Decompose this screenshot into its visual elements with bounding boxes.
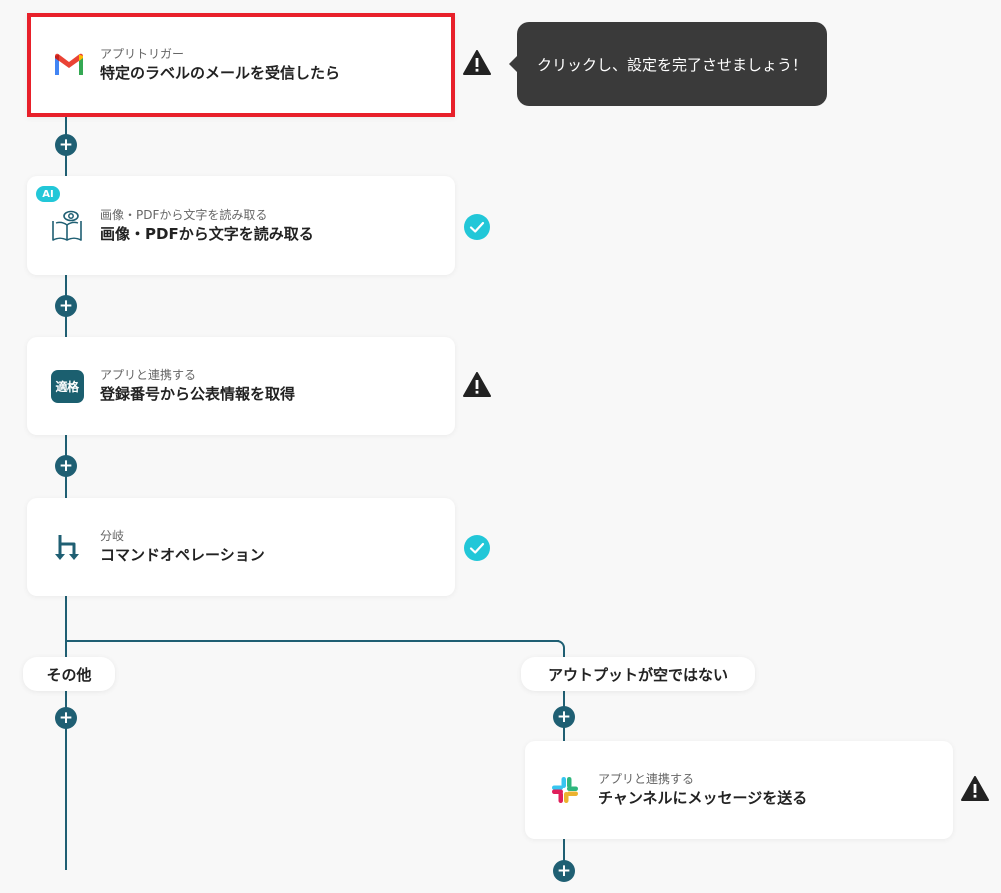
branch-icon	[49, 529, 85, 565]
step-card-slack[interactable]: アプリと連携する チャンネルにメッセージを送る	[525, 741, 953, 839]
step-card-gmail-trigger[interactable]: アプリトリガー 特定のラベルのメールを受信したら	[27, 13, 455, 117]
check-complete-icon	[463, 213, 491, 241]
book-eye-icon	[49, 208, 85, 244]
add-step-button[interactable]: +	[553, 706, 575, 728]
tekikaku-app-icon: 適格	[49, 368, 85, 404]
tooltip-text: クリックし、設定を完了させましょう！	[536, 55, 807, 74]
add-step-button[interactable]: +	[55, 295, 77, 317]
step-title: チャンネルにメッセージを送る	[598, 789, 808, 807]
warning-icon	[463, 49, 491, 77]
slack-icon	[547, 772, 583, 808]
gmail-icon	[51, 47, 87, 83]
warning-icon	[961, 775, 989, 803]
step-title: 特定のラベルのメールを受信したら	[100, 64, 341, 82]
check-complete-icon	[463, 534, 491, 562]
add-step-button[interactable]: +	[55, 455, 77, 477]
connector-line	[65, 596, 67, 870]
tekikaku-app-icon-text: 適格	[50, 369, 84, 403]
branch-label-output-not-empty[interactable]: アウトプットが空ではない	[521, 657, 755, 691]
branch-connector-line	[563, 838, 565, 862]
warning-icon	[463, 371, 491, 399]
step-type-label: アプリと連携する	[100, 368, 197, 382]
step-card-tekikaku[interactable]: 適格 アプリと連携する 登録番号から公表情報を取得	[27, 337, 455, 435]
step-type-label: アプリトリガー	[100, 47, 185, 61]
flow-canvas: + + + + + + アプリトリガー 特定のラベルのメールを受信したら クリッ…	[0, 0, 1001, 893]
add-step-button[interactable]: +	[55, 707, 77, 729]
step-card-branch[interactable]: 分岐 コマンドオペレーション	[27, 498, 455, 596]
step-type-label: 画像・PDFから文字を読み取る	[100, 207, 268, 222]
step-card-ocr[interactable]: 画像・PDFから文字を読み取る 画像・PDFから文字を読み取る	[27, 176, 455, 275]
branch-connector-line	[65, 640, 559, 642]
ai-badge: AI	[36, 186, 60, 202]
add-step-button[interactable]: +	[553, 860, 575, 882]
add-step-button[interactable]: +	[55, 134, 77, 156]
setup-tooltip: クリックし、設定を完了させましょう！	[509, 22, 827, 106]
step-type-label: アプリと連携する	[598, 772, 695, 786]
step-title: コマンドオペレーション	[100, 546, 265, 564]
step-title: 登録番号から公表情報を取得	[100, 385, 296, 403]
step-type-label: 分岐	[100, 529, 125, 543]
branch-label-other[interactable]: その他	[23, 657, 115, 691]
step-title: 画像・PDFから文字を読み取る	[100, 224, 314, 243]
